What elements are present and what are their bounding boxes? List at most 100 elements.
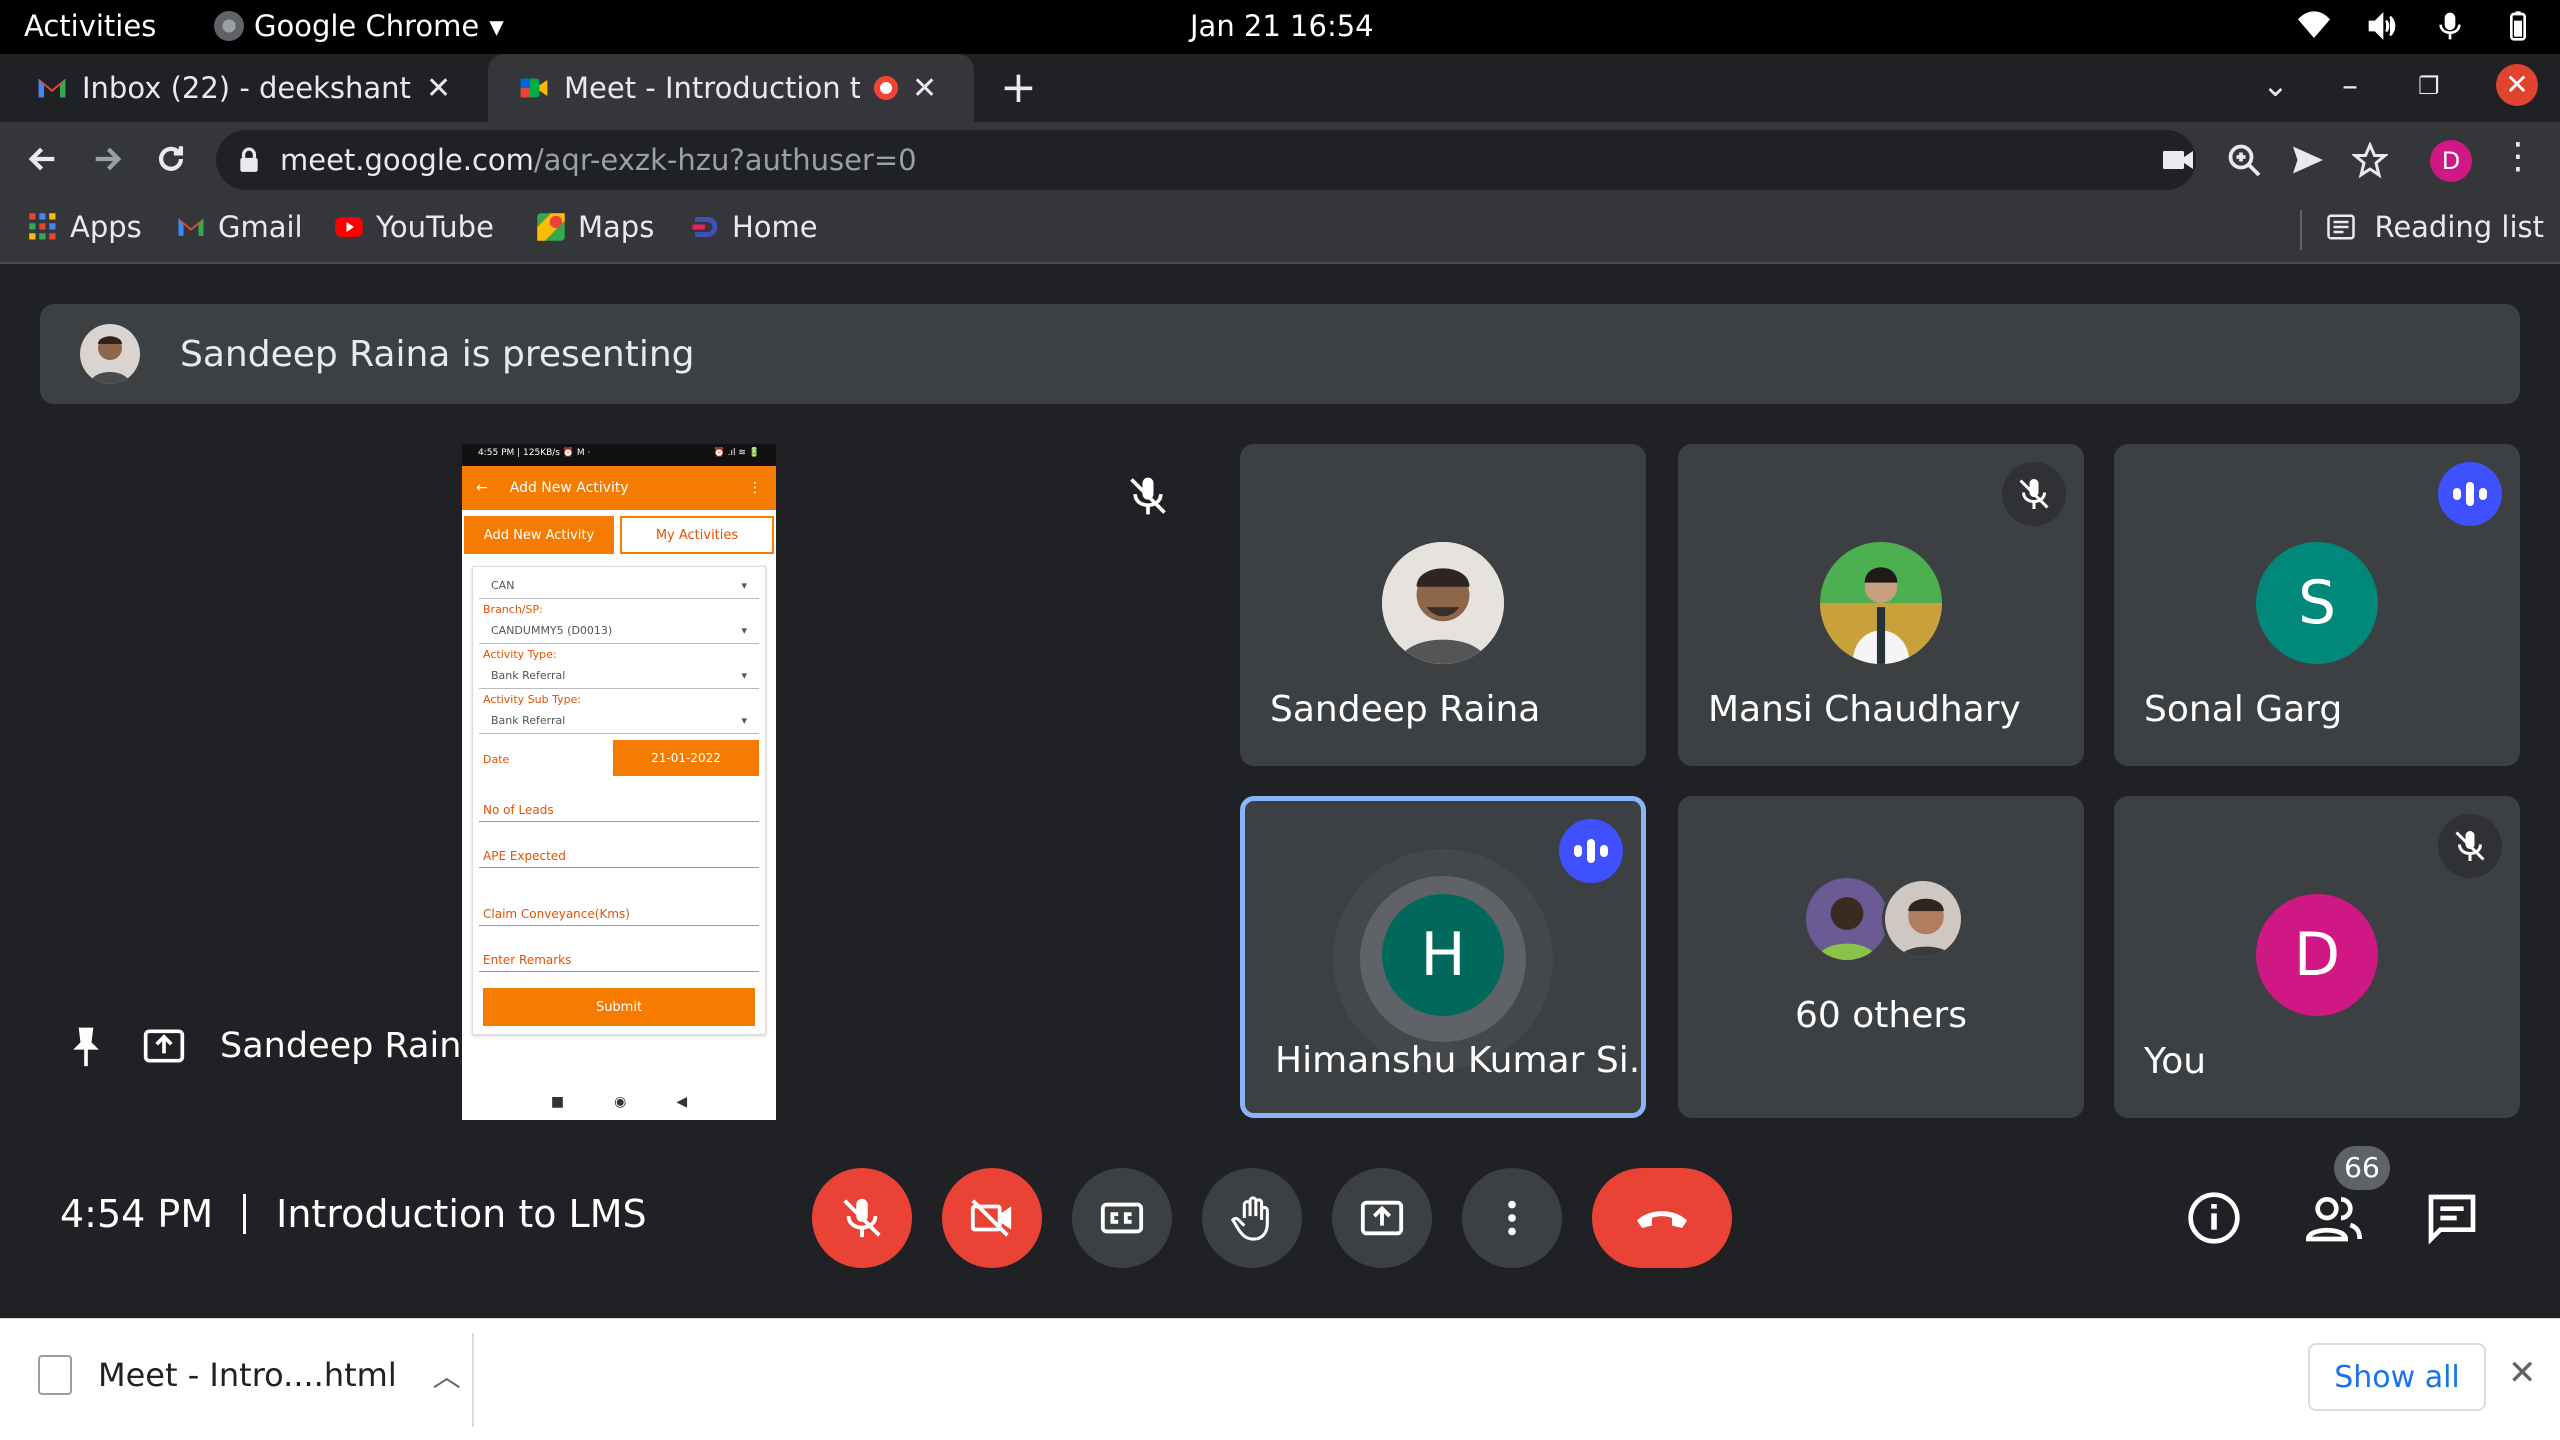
more-options-button[interactable] [1462,1168,1562,1268]
pin-icon[interactable] [64,1024,108,1068]
tab-google-meet[interactable]: Meet - Introduction to ✕ [488,54,974,122]
dropdown-arrow-icon: ▾ [741,669,747,682]
phone-select: CAN ▾ [479,573,759,599]
url-host: meet.google.com [280,143,534,177]
phone-label: Date [483,752,510,766]
participant-tile[interactable]: Sandeep Raina [1240,444,1646,766]
participant-tile-self[interactable]: D You [2114,796,2520,1118]
reload-icon [158,146,184,171]
bookmark-home[interactable]: Home [690,210,818,244]
participant-tile-active-speaker[interactable]: H Himanshu Kumar Si... [1240,796,1646,1118]
chrome-menu-icon[interactable]: ⋮ [2500,136,2536,177]
close-icon[interactable]: ✕ [426,71,451,106]
phone-select: CANDUMMY5 (D0013) ▾ [479,618,759,644]
microphone-icon [2439,12,2461,40]
bookmark-label: Home [732,210,818,244]
phone-nav-bar: ■ ◉ ◀ [462,1084,776,1120]
dropdown-arrow-icon: ▾ [741,579,747,592]
tab-search-chevron-icon[interactable]: ⌄ [2262,66,2289,104]
address-bar[interactable]: meet.google.com /aqr-exzk-hzu?authuser=0 [216,130,2196,190]
reading-list-button[interactable]: Reading list [2300,210,2544,250]
chevron-up-icon[interactable]: ︿ [433,1355,461,1395]
participant-name: Sonal Garg [2144,689,2343,730]
forward-button[interactable] [84,136,130,182]
avatar [1820,542,1942,664]
leave-call-button[interactable] [1592,1168,1732,1268]
phone-field: APE Expected [479,822,759,868]
activities-button[interactable]: Activities [24,9,156,43]
toggle-mic-button[interactable] [812,1168,912,1268]
bookmark-label: Maps [578,210,655,244]
restore-icon[interactable]: ❐ [2418,72,2440,100]
show-all-button[interactable]: Show all [2308,1343,2486,1411]
app-menu[interactable]: Google Chrome ▾ [214,9,504,43]
battery-icon [2510,11,2526,41]
bookmark-maps[interactable]: Maps [536,210,654,244]
speaking-indicator-icon [1559,819,1623,883]
people-button[interactable] [2302,1186,2366,1250]
bookmark-label: Apps [70,210,142,244]
phone-label: Activity Sub Type: [483,693,582,706]
window-close-icon[interactable]: ✕ [2496,64,2538,106]
new-tab-button[interactable]: + [1000,62,1037,113]
bookmark-star-icon[interactable] [2352,142,2388,178]
minimize-icon[interactable]: – [2342,66,2358,104]
toggle-camera-button[interactable] [942,1168,1042,1268]
close-icon[interactable]: ✕ [2508,1353,2537,1393]
phone-date-row: Date 21-01-2022 [479,740,759,776]
speaking-indicator-icon [2438,462,2502,526]
others-tile[interactable]: 60 others [1678,796,2084,1118]
send-to-device-icon[interactable] [2290,142,2326,178]
meeting-clock: 4:54 PM [60,1192,214,1236]
phone-select-value: CAN [491,579,515,592]
bookmark-youtube[interactable]: YouTube [334,210,494,244]
download-item[interactable]: Meet - Intro....html ︿ [38,1355,461,1395]
system-tray[interactable] [2298,10,2534,42]
reading-list-icon [2327,214,2356,240]
recording-icon [874,76,898,100]
call-end-icon [1637,1211,1687,1228]
phone-field: Enter Remarks [479,926,759,972]
avatar: D [2256,894,2378,1016]
mic-off-icon [2019,479,2049,509]
bookmark-gmail[interactable]: Gmail [176,210,303,244]
back-button[interactable] [20,136,66,182]
zoom-icon[interactable] [2226,142,2262,178]
chat-button[interactable] [2420,1186,2484,1250]
bookmark-apps[interactable]: Apps [28,210,142,244]
presenter-avatar [80,324,140,384]
phone-tabs: Add New Activity My Activities [462,510,776,560]
wifi-icon [2298,11,2330,39]
divider [243,1194,247,1234]
clock[interactable]: Jan 21 16:54 [1190,9,1374,43]
url-path: /aqr-exzk-hzu?authuser=0 [533,143,917,177]
close-icon[interactable]: ✕ [912,71,937,106]
profile-avatar[interactable]: D [2430,140,2472,182]
phone-tab-add: Add New Activity [464,516,614,554]
phone-form-card: CAN ▾ Branch/SP: CANDUMMY5 (D0013) ▾ Activ… [472,566,766,1035]
meeting-title: Introduction to LMS [276,1192,647,1236]
download-file-name: Meet - Intro....html [98,1356,397,1394]
present-to-all-icon[interactable] [142,1024,186,1068]
participant-tile[interactable]: Mansi Chaudhary [1678,444,2084,766]
phone-status-bar: 4:55 PM | 125KB/s ⏰ M · ⏰ .ıl ≋ 🔋 [462,444,776,466]
raise-hand-button[interactable] [1202,1168,1302,1268]
divider [2300,210,2303,250]
divider [472,1333,474,1427]
arrow-left-icon [28,147,55,171]
present-now-button[interactable] [1332,1168,1432,1268]
tab-title: Inbox (22) - deekshant.sin [82,71,412,105]
mic-off-indicator [2438,814,2502,878]
phone-select-value: CANDUMMY5 (D0013) [491,624,613,637]
meeting-details-button[interactable] [2182,1186,2246,1250]
tab-gmail-inbox[interactable]: Inbox (22) - deekshant.sin ✕ [36,54,476,122]
volume-icon [2368,12,2396,40]
camera-in-use-icon[interactable] [2160,142,2196,178]
apps-grid-icon [29,213,56,240]
participant-tile[interactable]: S Sonal Garg [2114,444,2520,766]
mic-off-icon [1130,477,1166,515]
captions-button[interactable] [1072,1168,1172,1268]
presenter-name: Sandeep Raina [220,1026,483,1066]
reload-button[interactable] [148,136,194,182]
chevron-down-icon: ▾ [489,9,504,43]
